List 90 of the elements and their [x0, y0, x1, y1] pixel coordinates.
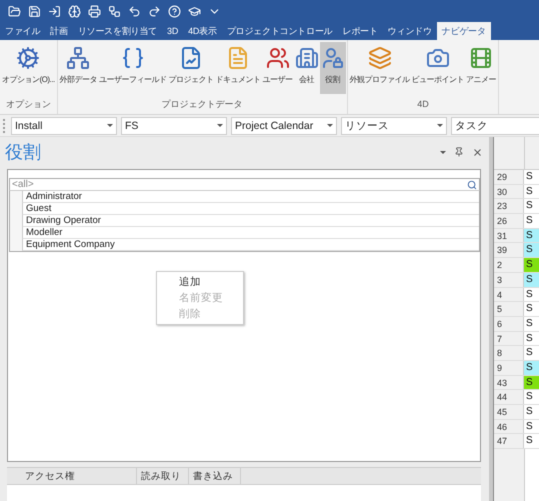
row-number: 5	[494, 302, 524, 316]
pin-icon[interactable]	[454, 147, 464, 157]
menu-tab[interactable]: レポート	[337, 22, 383, 40]
ribbon-button[interactable]: アニメー	[465, 42, 498, 94]
caret-icon[interactable]	[440, 150, 446, 154]
dropdown[interactable]: タスク	[451, 116, 539, 134]
dropdown[interactable]: リソース	[341, 116, 447, 134]
ribbon-button[interactable]: ユーザーフィールド	[98, 42, 168, 94]
caret-icon	[107, 124, 113, 127]
caret-icon	[217, 124, 223, 127]
print-icon[interactable]	[88, 4, 101, 18]
menu-tab[interactable]: 4D表示	[183, 22, 222, 40]
row-number: 6	[494, 316, 524, 331]
ribbon-button[interactable]: 役割	[320, 42, 346, 94]
row-number: 47	[494, 434, 524, 448]
grid-cell: S	[524, 258, 539, 272]
row-number: 4	[494, 288, 524, 302]
ribbon-button[interactable]: 会社	[294, 42, 320, 94]
grid-cell: S	[524, 376, 539, 390]
gears-icon	[16, 46, 40, 70]
help-icon[interactable]	[168, 4, 181, 18]
menu-tab[interactable]: リソースを割り当て	[72, 22, 162, 40]
row-number: 43	[494, 376, 524, 390]
film-icon	[469, 46, 494, 70]
building-icon	[294, 46, 319, 70]
ribbon-button[interactable]: オプション(O)...	[1, 42, 56, 94]
role-item[interactable]: Drawing Operator	[22, 215, 479, 227]
row-number: 23	[494, 199, 524, 214]
menu-tab[interactable]: 計画	[45, 22, 73, 40]
grid-cell: S	[524, 272, 539, 286]
row-number: 30	[494, 184, 524, 198]
role-item[interactable]: Administrator	[22, 191, 479, 203]
graduation-cap-icon[interactable]	[188, 4, 201, 18]
search-icon[interactable]	[467, 180, 477, 190]
dropdown[interactable]: FS	[121, 116, 227, 134]
ribbon-button[interactable]: ビューポイント	[410, 42, 466, 94]
grid-cell: S	[524, 228, 539, 242]
row-number: 9	[494, 360, 524, 375]
network-icon	[66, 46, 90, 70]
import-icon[interactable]	[48, 4, 61, 18]
role-item[interactable]: Guest	[22, 203, 479, 215]
menu-tab[interactable]: ウィンドウ	[382, 22, 437, 40]
caret-icon	[327, 124, 333, 127]
brain-icon[interactable]	[68, 4, 81, 18]
column-header[interactable]: アクセス権	[7, 468, 137, 484]
row-number: 45	[494, 405, 524, 419]
menu-item[interactable]: 追加	[157, 274, 243, 290]
layers-icon	[368, 46, 392, 70]
redo-icon[interactable]	[148, 4, 161, 18]
ribbon-button[interactable]: ドキュメント	[214, 42, 262, 94]
role-item[interactable]: Modeller	[22, 227, 479, 239]
column-header[interactable]: 読み取り	[137, 468, 189, 484]
row-number: 3	[494, 272, 524, 286]
users-icon	[266, 46, 290, 70]
row-number: 39	[494, 243, 524, 258]
ribbon-button[interactable]: 外観プロファイル	[348, 42, 411, 94]
menu-tab[interactable]: ファイル	[0, 22, 46, 40]
column-header[interactable]: 書き込み	[189, 468, 241, 484]
group-label: オプション	[4, 98, 52, 111]
row-number: 7	[494, 332, 524, 346]
camera-icon	[426, 46, 450, 70]
menu-tab[interactable]: ナビゲータ	[436, 22, 491, 40]
save-icon[interactable]	[28, 4, 41, 18]
grid-cell: S	[524, 360, 539, 375]
row-number: 26	[494, 214, 524, 228]
braces-icon	[120, 46, 145, 70]
dropdown[interactable]: Project Calendar	[231, 116, 337, 134]
user-lock-icon	[320, 46, 345, 70]
grid-cell: S	[524, 243, 539, 258]
undo-icon[interactable]	[128, 4, 141, 18]
group-label: 4D	[416, 98, 430, 111]
caret-icon	[437, 124, 443, 127]
panel-title: 役割	[5, 141, 41, 164]
nodes-icon[interactable]	[108, 4, 121, 18]
group-label: プロジェクトデータ	[160, 98, 244, 111]
row-number: 29	[494, 170, 524, 184]
ribbon-button[interactable]: 外部データ	[58, 42, 98, 94]
dropdown[interactable]: Install	[11, 116, 117, 134]
menu-tab[interactable]: 3D	[162, 22, 184, 40]
row-number: 46	[494, 420, 524, 434]
role-item[interactable]: Equipment Company	[22, 239, 479, 251]
row-number: 31	[494, 228, 524, 242]
row-number: 44	[494, 390, 524, 404]
row-number: 8	[494, 346, 524, 360]
folder-icon[interactable]	[8, 4, 21, 18]
menu-tab[interactable]: プロジェクトコントロール	[222, 22, 338, 40]
ribbon-button[interactable]: ユーザー	[262, 42, 294, 94]
ribbon-button[interactable]: プロジェクト	[168, 42, 215, 94]
close-icon[interactable]	[472, 146, 483, 158]
row-number: 2	[494, 258, 524, 272]
